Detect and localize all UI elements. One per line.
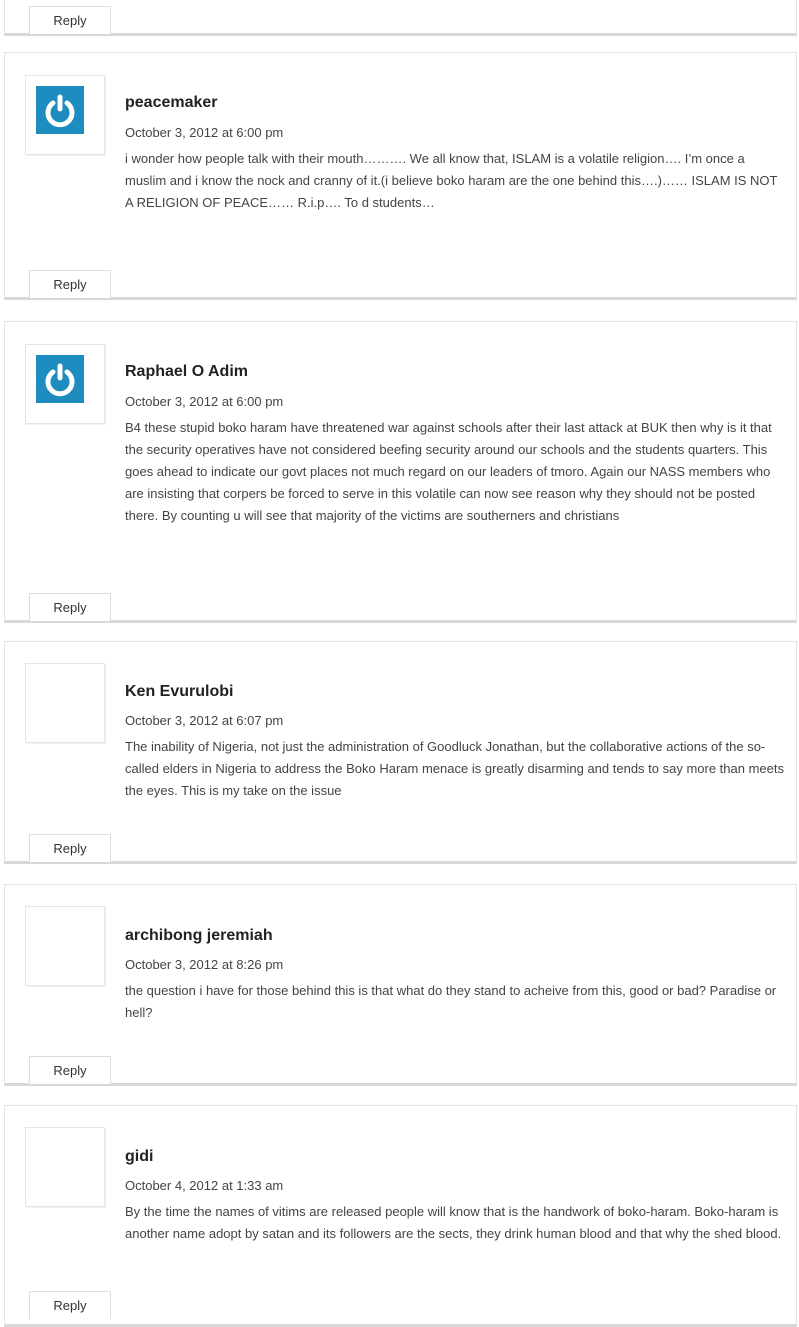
comment-date[interactable]: October 3, 2012 at 8:26 pm bbox=[125, 957, 283, 972]
reply-button[interactable]: Reply bbox=[29, 6, 111, 34]
comment-author[interactable]: peacemaker bbox=[125, 94, 218, 112]
avatar bbox=[36, 1138, 84, 1186]
gravatar-power-icon bbox=[36, 86, 84, 134]
reply-button[interactable]: Reply bbox=[29, 1291, 111, 1319]
comment-date[interactable]: October 4, 2012 at 1:33 am bbox=[125, 1178, 283, 1193]
gravatar-power-icon bbox=[36, 355, 84, 403]
comment-card-partial: Reply bbox=[4, 0, 797, 36]
avatar-frame bbox=[25, 344, 105, 424]
reply-button[interactable]: Reply bbox=[29, 593, 111, 621]
avatar-frame bbox=[25, 906, 105, 986]
comment-author[interactable]: Raphael O Adim bbox=[125, 363, 248, 381]
comment-text: B4 these stupid boko haram have threaten… bbox=[125, 420, 772, 523]
comment-card: archibong jeremiah October 3, 2012 at 8:… bbox=[4, 884, 797, 1086]
avatar-frame bbox=[25, 1127, 105, 1207]
avatar bbox=[36, 674, 84, 722]
comment-card: Raphael O Adim October 3, 2012 at 6:00 p… bbox=[4, 321, 797, 623]
reply-button[interactable]: Reply bbox=[29, 834, 111, 862]
comment-date[interactable]: October 3, 2012 at 6:00 pm bbox=[125, 394, 283, 409]
avatar bbox=[36, 86, 84, 134]
comment-card: gidi October 4, 2012 at 1:33 am By the t… bbox=[4, 1105, 797, 1327]
comment-date[interactable]: October 3, 2012 at 6:07 pm bbox=[125, 713, 283, 728]
avatar bbox=[36, 355, 84, 403]
comment-text: The inability of Nigeria, not just the a… bbox=[125, 739, 784, 798]
comment-author[interactable]: archibong jeremiah bbox=[125, 927, 273, 945]
comment-text: the question i have for those behind thi… bbox=[125, 983, 777, 1020]
comment-author[interactable]: Ken Evurulobi bbox=[125, 683, 233, 701]
comment-author[interactable]: gidi bbox=[125, 1148, 153, 1166]
comment-text: i wonder how people talk with their mout… bbox=[125, 151, 778, 210]
avatar-frame bbox=[25, 663, 105, 743]
avatar bbox=[36, 917, 84, 965]
comment-card: peacemaker October 3, 2012 at 6:00 pm i … bbox=[4, 52, 797, 300]
avatar-frame bbox=[25, 75, 105, 155]
reply-button[interactable]: Reply bbox=[29, 270, 111, 298]
comment-card: Ken Evurulobi October 3, 2012 at 6:07 pm… bbox=[4, 641, 797, 864]
comment-text: By the time the names of vitims are rele… bbox=[125, 1204, 782, 1241]
comment-date[interactable]: October 3, 2012 at 6:00 pm bbox=[125, 125, 283, 140]
reply-button[interactable]: Reply bbox=[29, 1056, 111, 1084]
